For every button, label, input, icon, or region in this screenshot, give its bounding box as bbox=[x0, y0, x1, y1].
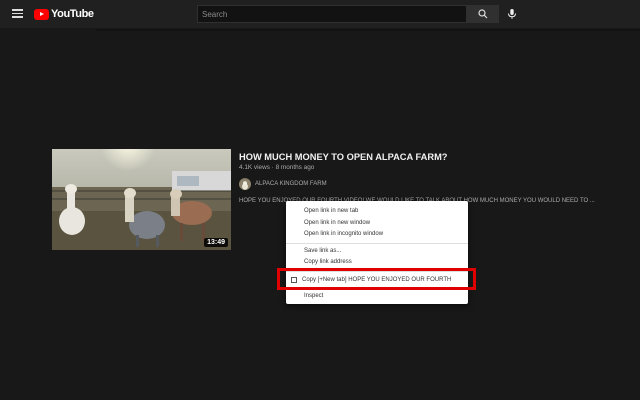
search-input[interactable] bbox=[198, 6, 466, 22]
search-box bbox=[197, 5, 467, 23]
voice-search-button[interactable] bbox=[505, 7, 519, 21]
video-thumbnail[interactable]: 13:49 bbox=[52, 149, 231, 250]
top-bar: YouTube bbox=[0, 0, 640, 28]
search-icon bbox=[478, 9, 488, 19]
menu-separator bbox=[286, 243, 468, 244]
alpaca-thumbnail-image bbox=[52, 149, 231, 250]
alpaca-avatar-icon bbox=[239, 179, 251, 190]
menu-item-open-incognito[interactable]: Open link in incognito window bbox=[304, 231, 383, 237]
youtube-logo[interactable]: YouTube bbox=[34, 8, 94, 20]
video-duration: 13:49 bbox=[204, 238, 228, 247]
logo-text: YouTube bbox=[51, 8, 94, 20]
search-button[interactable] bbox=[467, 5, 499, 23]
menu-item-save-link[interactable]: Save link as... bbox=[304, 248, 341, 254]
video-title[interactable]: HOW MUCH MONEY TO OPEN ALPACA FARM? bbox=[239, 152, 448, 162]
youtube-play-icon bbox=[34, 8, 49, 20]
channel-row[interactable]: ALPACA KINGDOM FARM bbox=[239, 178, 327, 190]
highlight-box bbox=[277, 268, 476, 290]
menu-icon[interactable] bbox=[12, 9, 23, 18]
menu-item-copy-link-address[interactable]: Copy link address bbox=[304, 259, 352, 265]
header-divider bbox=[96, 29, 640, 31]
menu-item-inspect[interactable]: Inspect bbox=[304, 293, 323, 299]
menu-item-open-new-tab[interactable]: Open link in new tab bbox=[304, 208, 358, 214]
menu-item-open-new-window[interactable]: Open link in new window bbox=[304, 220, 370, 226]
channel-name[interactable]: ALPACA KINGDOM FARM bbox=[255, 181, 327, 187]
channel-avatar[interactable] bbox=[239, 178, 251, 190]
video-meta: 4.1K views · 8 months ago bbox=[239, 164, 315, 171]
microphone-icon bbox=[508, 9, 516, 19]
